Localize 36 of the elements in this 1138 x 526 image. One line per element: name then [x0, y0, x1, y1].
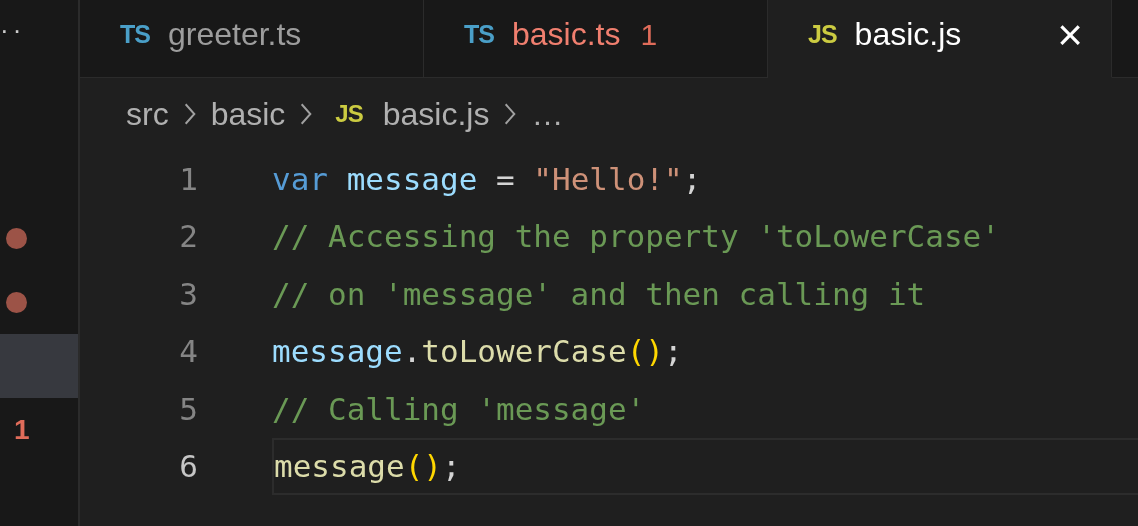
tab-label: greeter.ts	[167, 16, 302, 53]
line-number: 6	[178, 448, 198, 485]
file-type-icon: TS	[120, 20, 150, 49]
file-type-icon: JS	[335, 100, 363, 128]
code-line: var message = "Hello!";	[272, 160, 702, 197]
code-line: // Accessing the property 'toLowerCase'	[272, 218, 1000, 255]
chevron-right-icon	[182, 101, 197, 127]
file-type-icon: JS	[808, 20, 837, 49]
modified-dot-icon	[6, 227, 27, 249]
tab-label: basic.ts	[511, 16, 621, 53]
selected-row[interactable]	[0, 334, 78, 398]
problem-count: 1	[14, 414, 30, 446]
chevron-right-icon	[503, 101, 518, 127]
code-line: message();	[274, 448, 461, 485]
breadcrumb-item[interactable]: src	[126, 95, 169, 133]
breadcrumb-item[interactable]: basic	[210, 95, 286, 133]
line-number: 5	[178, 390, 198, 427]
breadcrumb-item[interactable]: …	[531, 95, 564, 133]
problem-count: 1	[640, 17, 658, 52]
editor-tab[interactable]: TS basic.ts 1	[424, 0, 768, 78]
code-line: message.toLowerCase();	[272, 333, 683, 370]
file-type-icon: TS	[464, 20, 494, 49]
code-line: // on 'message' and then calling it	[272, 275, 926, 312]
tab-label: basic.js	[854, 16, 962, 53]
line-number: 4	[178, 333, 198, 370]
editor-tab[interactable]: JS basic.js ×	[768, 0, 1112, 78]
line-number: 3	[178, 275, 198, 312]
more-actions-button[interactable]: ··	[0, 0, 26, 66]
chevron-right-icon	[299, 101, 314, 127]
breadcrumb-item[interactable]: basic.js	[382, 95, 490, 133]
close-button[interactable]: ×	[1057, 14, 1083, 55]
line-number: 2	[178, 218, 198, 255]
editor-tab[interactable]: TS greeter.ts	[80, 0, 424, 78]
modified-dot-icon	[6, 291, 27, 313]
code-line: // Calling 'message'	[272, 390, 646, 427]
line-number: 1	[178, 160, 198, 197]
